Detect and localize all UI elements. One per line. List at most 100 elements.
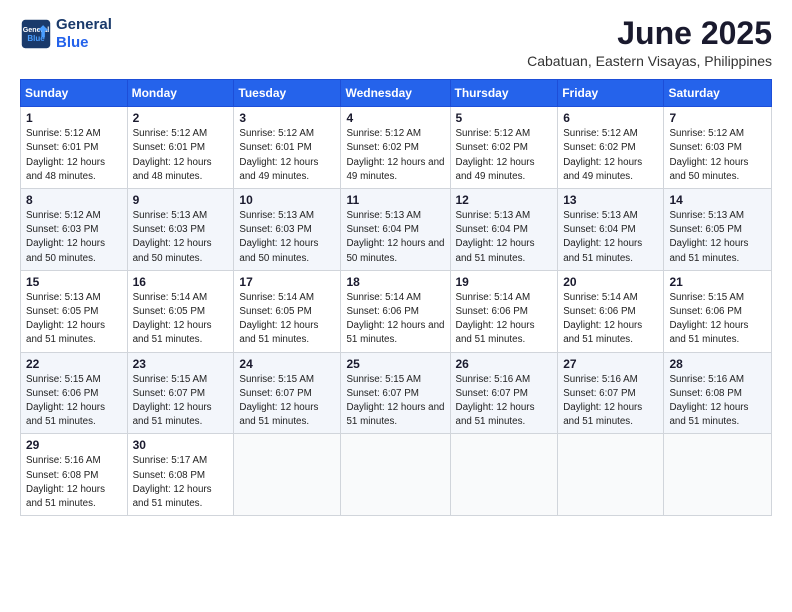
calendar-cell: [664, 434, 772, 516]
calendar-cell: [234, 434, 341, 516]
day-info: Sunrise: 5:16 AMSunset: 6:08 PMDaylight:…: [669, 373, 766, 430]
calendar-cell: 26 Sunrise: 5:16 AMSunset: 6:07 PMDayligh…: [450, 352, 558, 434]
day-number: 11: [346, 193, 444, 207]
weekday-header-row: SundayMondayTuesdayWednesdayThursdayFrid…: [21, 80, 772, 107]
weekday-header-sunday: Sunday: [21, 80, 128, 107]
calendar-cell: 8Sunrise: 5:12 AMSunset: 6:03 PMDaylight…: [21, 189, 128, 271]
calendar-cell: 4 Sunrise: 5:12 AMSunset: 6:02 PMDaylight…: [341, 107, 450, 189]
day-number: 30: [133, 438, 229, 452]
weekday-header-tuesday: Tuesday: [234, 80, 341, 107]
day-info: Sunrise: 5:13 AMSunset: 6:05 PMDaylight:…: [26, 291, 122, 348]
day-number: 25: [346, 357, 444, 371]
calendar-week-4: 22 Sunrise: 5:15 AMSunset: 6:06 PMDayligh…: [21, 352, 772, 434]
calendar-week-3: 15Sunrise: 5:13 AMSunset: 6:05 PMDayligh…: [21, 270, 772, 352]
day-info: Sunrise: 5:13 AMSunset: 6:03 PMDaylight:…: [239, 209, 335, 266]
day-info: Sunrise: 5:13 AMSunset: 6:04 PMDaylight:…: [456, 209, 553, 266]
day-number: 1: [26, 111, 122, 125]
calendar-cell: 10 Sunrise: 5:13 AMSunset: 6:03 PMDayligh…: [234, 189, 341, 271]
day-number: 4: [346, 111, 444, 125]
calendar-cell: [558, 434, 664, 516]
calendar-cell: 7 Sunrise: 5:12 AMSunset: 6:03 PMDaylight…: [664, 107, 772, 189]
calendar-cell: 30 Sunrise: 5:17 AMSunset: 6:08 PMDayligh…: [127, 434, 234, 516]
calendar-cell: 27 Sunrise: 5:16 AMSunset: 6:07 PMDayligh…: [558, 352, 664, 434]
day-info: Sunrise: 5:15 AMSunset: 6:07 PMDaylight:…: [346, 373, 444, 430]
calendar-cell: 21 Sunrise: 5:15 AMSunset: 6:06 PMDayligh…: [664, 270, 772, 352]
weekday-header-friday: Friday: [558, 80, 664, 107]
day-info: Sunrise: 5:16 AMSunset: 6:07 PMDaylight:…: [456, 373, 553, 430]
day-info: Sunrise: 5:12 AMSunset: 6:03 PMDaylight:…: [669, 127, 766, 184]
day-info: Sunrise: 5:12 AMSunset: 6:02 PMDaylight:…: [563, 127, 658, 184]
calendar-cell: [450, 434, 558, 516]
day-info: Sunrise: 5:15 AMSunset: 6:06 PMDaylight:…: [26, 373, 122, 430]
calendar-cell: 5 Sunrise: 5:12 AMSunset: 6:02 PMDaylight…: [450, 107, 558, 189]
location: Cabatuan, Eastern Visayas, Philippines: [527, 53, 772, 69]
calendar-cell: 29 Sunrise: 5:16 AMSunset: 6:08 PMDayligh…: [21, 434, 128, 516]
day-number: 26: [456, 357, 553, 371]
day-number: 14: [669, 193, 766, 207]
calendar-table: SundayMondayTuesdayWednesdayThursdayFrid…: [20, 79, 772, 516]
calendar-cell: 24 Sunrise: 5:15 AMSunset: 6:07 PMDayligh…: [234, 352, 341, 434]
day-info: Sunrise: 5:15 AMSunset: 6:07 PMDaylight:…: [133, 373, 229, 430]
day-number: 13: [563, 193, 658, 207]
day-number: 20: [563, 275, 658, 289]
day-info: Sunrise: 5:14 AMSunset: 6:06 PMDaylight:…: [456, 291, 553, 348]
page-header: General Blue General Blue June 2025 Caba…: [20, 16, 772, 69]
day-info: Sunrise: 5:15 AMSunset: 6:06 PMDaylight:…: [669, 291, 766, 348]
calendar-cell: 14Sunrise: 5:13 AMSunset: 6:05 PMDayligh…: [664, 189, 772, 271]
day-info: Sunrise: 5:16 AMSunset: 6:07 PMDaylight:…: [563, 373, 658, 430]
month-title: June 2025: [527, 16, 772, 51]
calendar-cell: 15Sunrise: 5:13 AMSunset: 6:05 PMDayligh…: [21, 270, 128, 352]
day-info: Sunrise: 5:12 AMSunset: 6:02 PMDaylight:…: [456, 127, 553, 184]
day-info: Sunrise: 5:13 AMSunset: 6:04 PMDaylight:…: [563, 209, 658, 266]
day-number: 21: [669, 275, 766, 289]
day-number: 7: [669, 111, 766, 125]
day-info: Sunrise: 5:14 AMSunset: 6:05 PMDaylight:…: [239, 291, 335, 348]
day-number: 16: [133, 275, 229, 289]
calendar-week-1: 1 Sunrise: 5:12 AMSunset: 6:01 PMDaylight…: [21, 107, 772, 189]
day-number: 29: [26, 438, 122, 452]
calendar-cell: 3Sunrise: 5:12 AMSunset: 6:01 PMDaylight…: [234, 107, 341, 189]
calendar-cell: 16 Sunrise: 5:14 AMSunset: 6:05 PMDayligh…: [127, 270, 234, 352]
weekday-header-wednesday: Wednesday: [341, 80, 450, 107]
day-number: 17: [239, 275, 335, 289]
calendar-cell: 19 Sunrise: 5:14 AMSunset: 6:06 PMDayligh…: [450, 270, 558, 352]
logo: General Blue General Blue: [20, 16, 112, 52]
day-number: 22: [26, 357, 122, 371]
calendar-cell: 17 Sunrise: 5:14 AMSunset: 6:05 PMDayligh…: [234, 270, 341, 352]
calendar-cell: 2Sunrise: 5:12 AMSunset: 6:01 PMDaylight…: [127, 107, 234, 189]
calendar-cell: 9Sunrise: 5:13 AMSunset: 6:03 PMDaylight…: [127, 189, 234, 271]
day-info: Sunrise: 5:12 AMSunset: 6:02 PMDaylight:…: [346, 127, 444, 184]
calendar-cell: 13 Sunrise: 5:13 AMSunset: 6:04 PMDayligh…: [558, 189, 664, 271]
day-number: 28: [669, 357, 766, 371]
day-number: 2: [133, 111, 229, 125]
logo-icon: General Blue: [20, 18, 52, 50]
day-info: Sunrise: 5:12 AMSunset: 6:01 PMDaylight:…: [26, 127, 122, 184]
day-number: 24: [239, 357, 335, 371]
day-number: 27: [563, 357, 658, 371]
calendar-cell: [341, 434, 450, 516]
day-info: Sunrise: 5:14 AMSunset: 6:05 PMDaylight:…: [133, 291, 229, 348]
calendar-cell: 12Sunrise: 5:13 AMSunset: 6:04 PMDayligh…: [450, 189, 558, 271]
calendar-cell: 6 Sunrise: 5:12 AMSunset: 6:02 PMDaylight…: [558, 107, 664, 189]
day-number: 18: [346, 275, 444, 289]
day-info: Sunrise: 5:13 AMSunset: 6:04 PMDaylight:…: [346, 209, 444, 266]
day-info: Sunrise: 5:12 AMSunset: 6:01 PMDaylight:…: [239, 127, 335, 184]
calendar-cell: 25 Sunrise: 5:15 AMSunset: 6:07 PMDayligh…: [341, 352, 450, 434]
title-block: June 2025 Cabatuan, Eastern Visayas, Phi…: [527, 16, 772, 69]
day-number: 8: [26, 193, 122, 207]
calendar-cell: 11 Sunrise: 5:13 AMSunset: 6:04 PMDayligh…: [341, 189, 450, 271]
day-number: 5: [456, 111, 553, 125]
calendar-week-2: 8Sunrise: 5:12 AMSunset: 6:03 PMDaylight…: [21, 189, 772, 271]
day-info: Sunrise: 5:17 AMSunset: 6:08 PMDaylight:…: [133, 454, 229, 511]
calendar-page: General Blue General Blue June 2025 Caba…: [0, 0, 792, 612]
calendar-cell: 22 Sunrise: 5:15 AMSunset: 6:06 PMDayligh…: [21, 352, 128, 434]
day-info: Sunrise: 5:14 AMSunset: 6:06 PMDaylight:…: [563, 291, 658, 348]
day-info: Sunrise: 5:16 AMSunset: 6:08 PMDaylight:…: [26, 454, 122, 511]
day-number: 23: [133, 357, 229, 371]
weekday-header-thursday: Thursday: [450, 80, 558, 107]
day-number: 10: [239, 193, 335, 207]
day-number: 6: [563, 111, 658, 125]
day-info: Sunrise: 5:15 AMSunset: 6:07 PMDaylight:…: [239, 373, 335, 430]
day-info: Sunrise: 5:14 AMSunset: 6:06 PMDaylight:…: [346, 291, 444, 348]
day-number: 19: [456, 275, 553, 289]
